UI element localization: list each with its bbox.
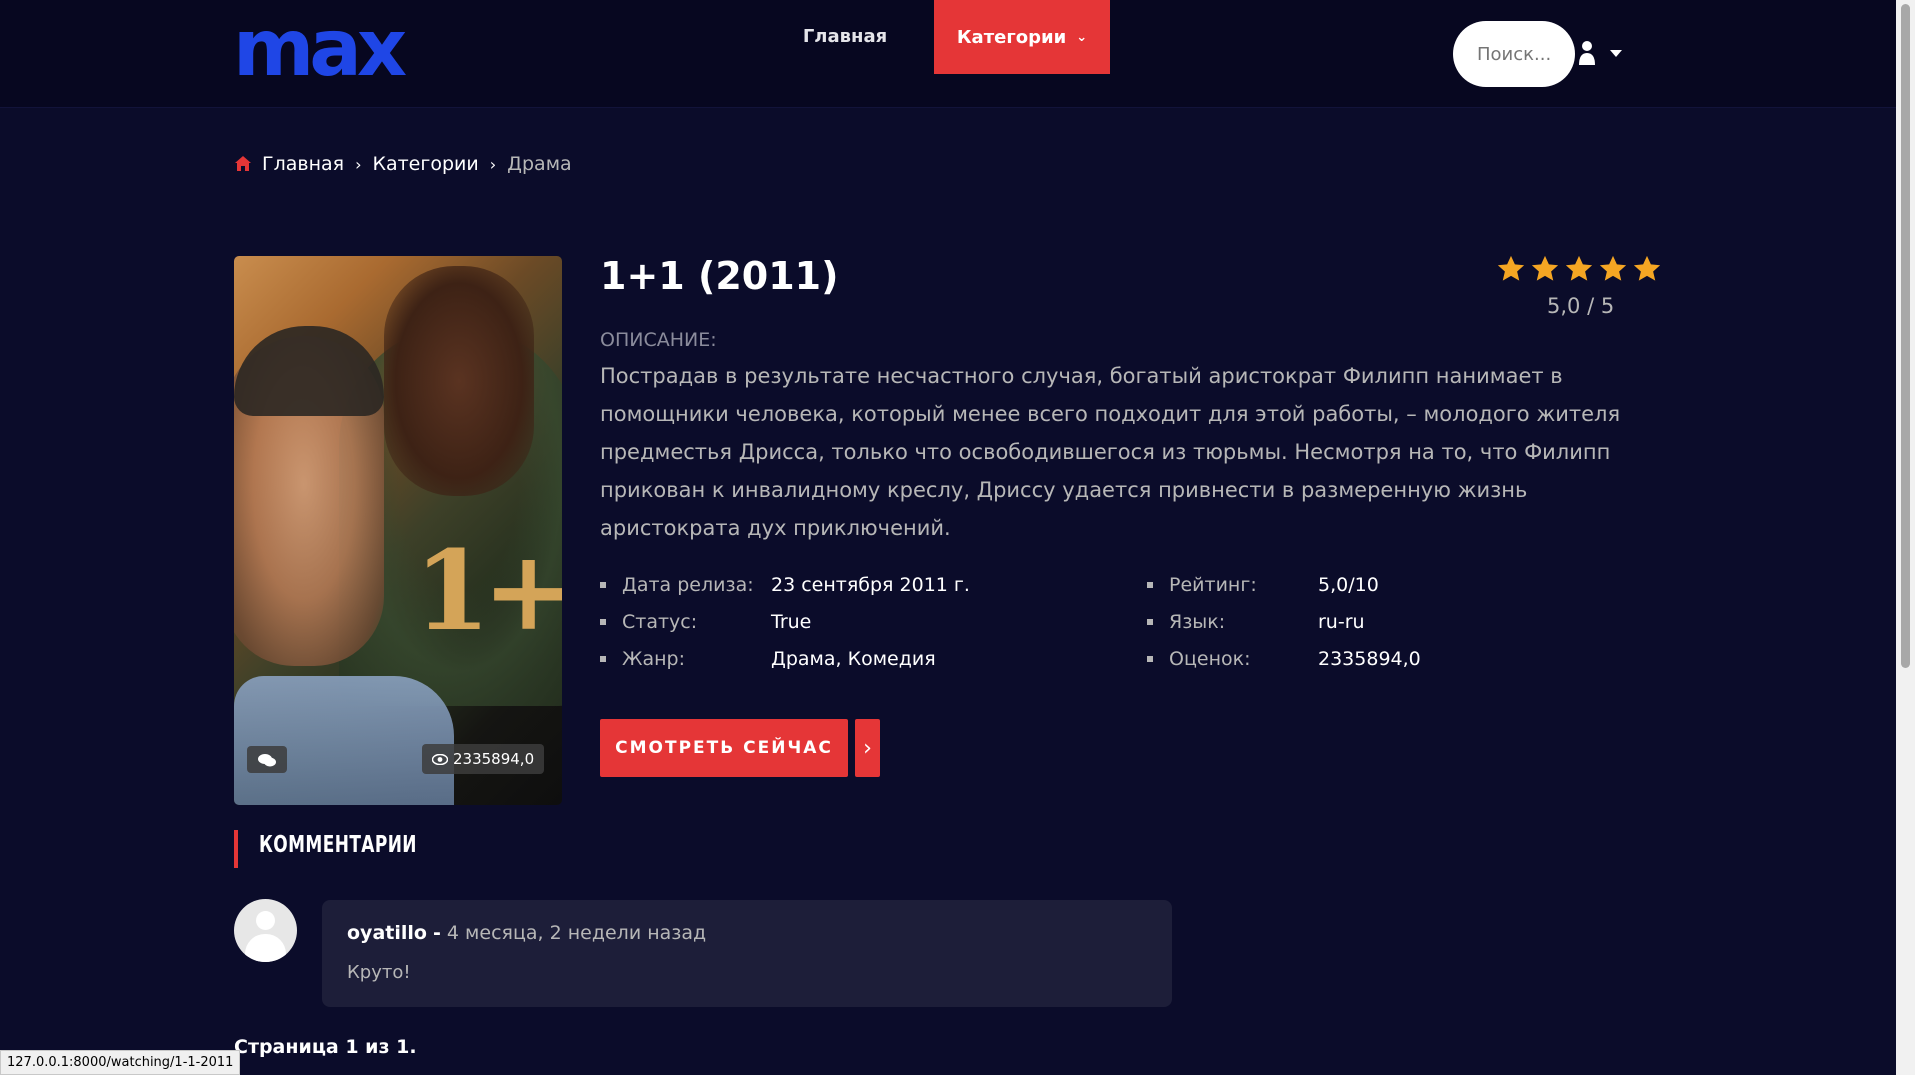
views-badge: 2335894,0 (422, 744, 545, 774)
movie-title: 1+1 (2011) (600, 254, 839, 298)
home-icon (235, 156, 251, 171)
info-value: Драма, Комедия (771, 647, 936, 670)
comment-header: oyatillo - 4 месяца, 2 недели назад (347, 922, 706, 944)
info-list-right: Рейтинг: 5,0/10 Язык: ru-ru Оценок: 2335… (1147, 566, 1421, 677)
rating-stars (1496, 254, 1662, 284)
user-icon[interactable] (1578, 40, 1596, 66)
star-icon (1599, 255, 1627, 281)
star-icon (1633, 255, 1661, 281)
comments-section-title: КОММЕНТАРИИ (259, 832, 417, 858)
bullet-icon (1147, 618, 1153, 625)
comment-badge[interactable] (247, 746, 287, 773)
status-bar-url: 127.0.0.1:8000/watching/1-1-2011 (0, 1050, 241, 1075)
info-key: Оценок: (1169, 647, 1251, 670)
scrollbar-thumb[interactable] (1901, 4, 1910, 668)
info-key: Дата релиза: (622, 573, 754, 596)
comments-icon (258, 753, 276, 766)
movie-description: Пострадав в результате несчастного случа… (600, 364, 1621, 540)
bullet-icon (600, 655, 606, 662)
info-key: Статус: (622, 610, 698, 633)
bullet-icon (1147, 581, 1153, 588)
views-count: 2335894,0 (453, 750, 535, 768)
info-row-status: Статус: True (600, 603, 970, 640)
info-value: True (771, 610, 812, 633)
star-icon (1497, 255, 1525, 281)
nav-categories-label: Категории (956, 26, 1067, 48)
chevron-down-icon: ⌄ (1076, 29, 1088, 45)
bullet-icon (600, 581, 606, 588)
section-accent-bar (234, 830, 238, 868)
info-row-release-date: Дата релиза: 23 сентября 2011 г. (600, 566, 970, 603)
info-value: ru-ru (1318, 610, 1365, 633)
comment-text: Круто! (347, 962, 411, 983)
rating-text: 5,0 / 5 (1547, 294, 1615, 318)
nav-home-link[interactable]: Главная (790, 0, 900, 73)
breadcrumb-home[interactable]: Главная (262, 153, 344, 175)
poster-art (234, 326, 384, 416)
search-input[interactable] (1453, 21, 1575, 87)
info-row-votes: Оценок: 2335894,0 (1147, 640, 1421, 677)
info-row-genre: Жанр: Драма, Комедия (600, 640, 970, 677)
site-logo[interactable]: max (233, 10, 407, 88)
watch-now-button[interactable]: СМОТРЕТЬ СЕЙЧАС (600, 719, 848, 777)
avatar-head (256, 911, 275, 930)
breadcrumb-current: Драма (507, 153, 572, 175)
info-key: Язык: (1169, 610, 1226, 633)
breadcrumb: Главная › Категории › Драма (234, 153, 572, 175)
comment-separator: - (432, 922, 441, 944)
avatar (234, 899, 297, 962)
user-menu-caret-icon[interactable] (1610, 50, 1622, 57)
info-value: 5,0/10 (1318, 573, 1379, 596)
bullet-icon (1147, 655, 1153, 662)
info-value: 23 сентября 2011 г. (771, 573, 970, 596)
comments-pager: Страница 1 из 1. (234, 1036, 417, 1058)
comment-author: oyatillo (347, 922, 427, 944)
info-row-language: Язык: ru-ru (1147, 603, 1421, 640)
comment-item: oyatillo - 4 месяца, 2 недели назад Крут… (322, 900, 1172, 1007)
page-scrollbar[interactable] (1896, 0, 1915, 1075)
poster-title: 1+1 (414, 526, 562, 655)
info-row-rating: Рейтинг: 5,0/10 (1147, 566, 1421, 603)
breadcrumb-separator-icon: › (355, 154, 362, 174)
eye-icon (432, 753, 448, 765)
nav-categories-dropdown[interactable]: Категории ⌄ (934, 0, 1110, 74)
info-key: Рейтинг: (1169, 573, 1257, 596)
chevron-right-icon[interactable]: › (855, 719, 880, 777)
star-icon (1531, 255, 1559, 281)
movie-poster: 1+1 2335894,0 (234, 256, 562, 805)
info-value: 2335894,0 (1318, 647, 1421, 670)
breadcrumb-separator-icon: › (489, 154, 497, 174)
description-label: ОПИСАНИЕ: (600, 329, 717, 351)
info-key: Жанр: (622, 647, 685, 670)
poster-art (234, 676, 454, 805)
avatar-body (245, 934, 286, 962)
star-icon (1565, 255, 1593, 281)
site-header: max Главная Категории ⌄ (0, 0, 1896, 108)
bullet-icon (600, 618, 606, 625)
comment-time: 4 месяца, 2 недели назад (446, 922, 707, 944)
poster-art (384, 266, 534, 496)
breadcrumb-categories[interactable]: Категории (372, 153, 478, 175)
info-list-left: Дата релиза: 23 сентября 2011 г. Статус:… (600, 566, 970, 677)
